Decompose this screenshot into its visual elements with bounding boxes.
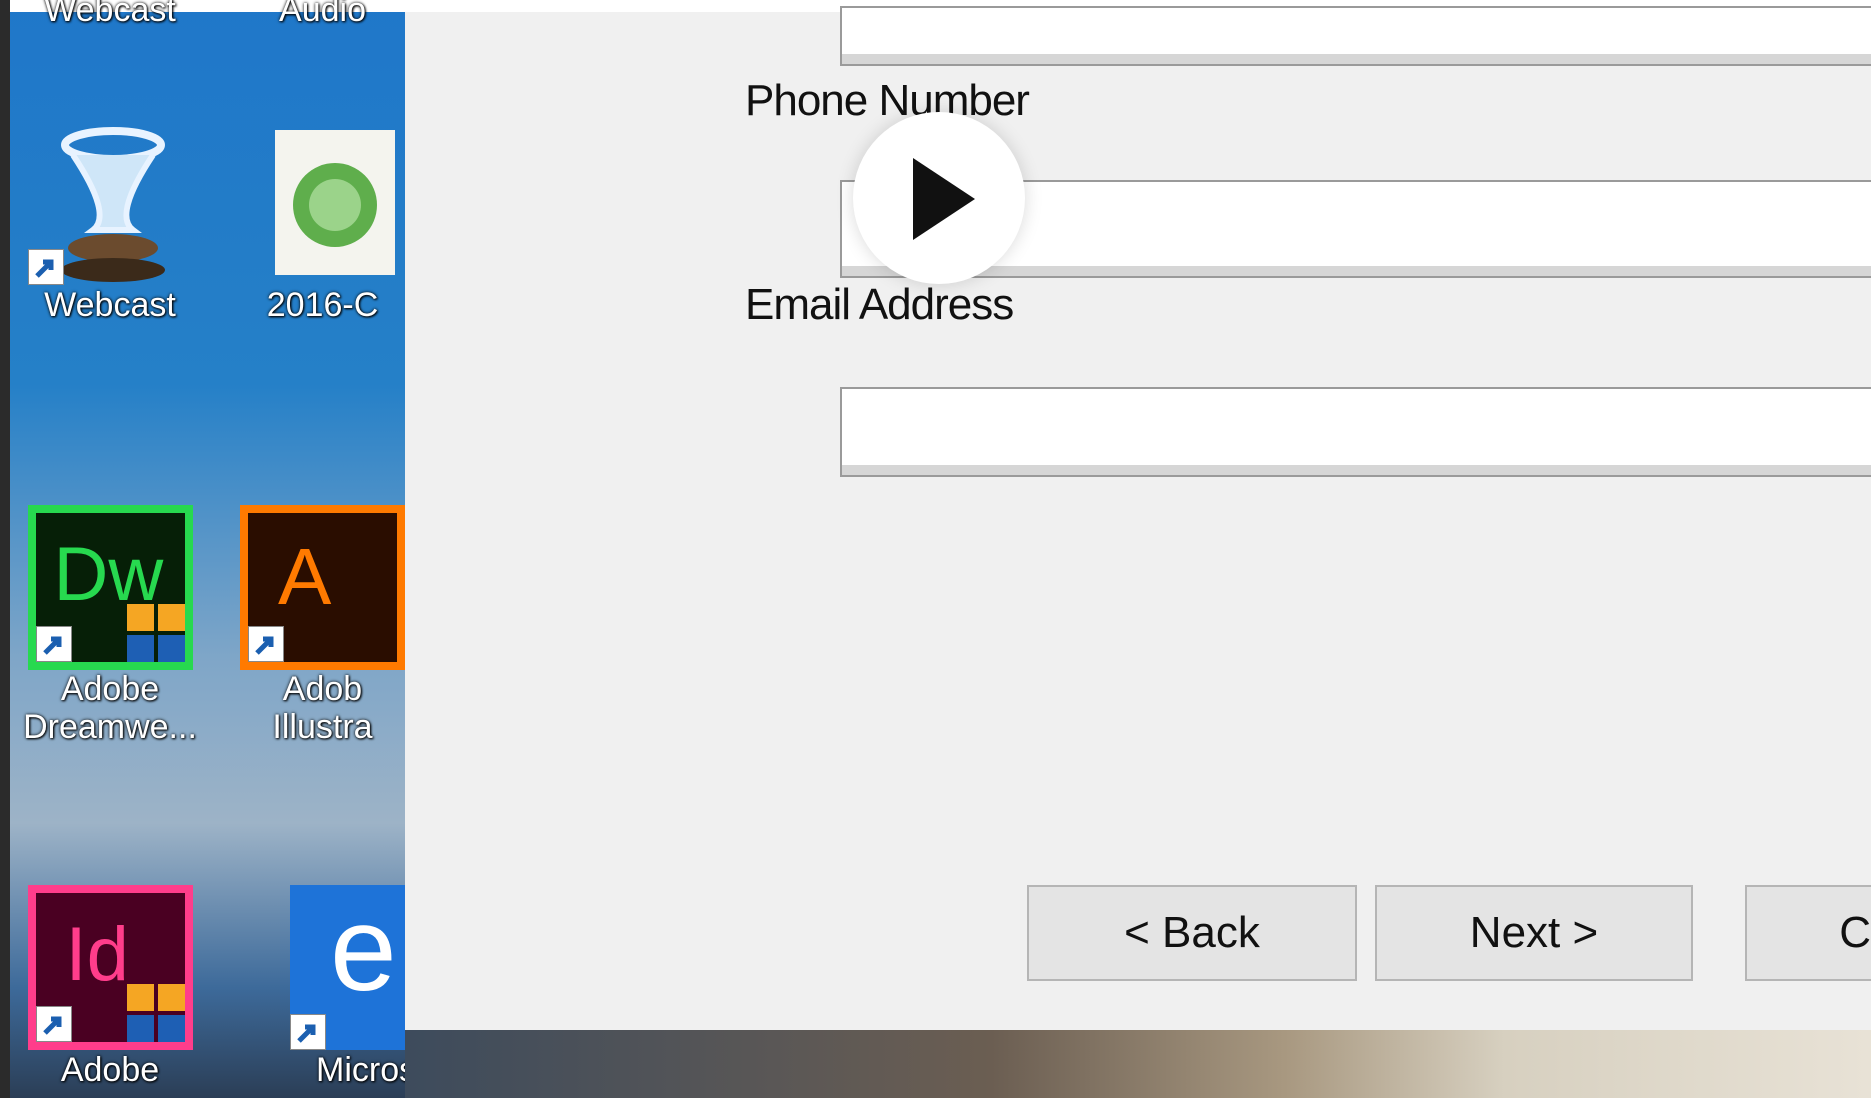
desktop-icon-label: 2016-C bbox=[266, 286, 379, 324]
desktop-icon-partial-2[interactable]: Audio bbox=[240, 0, 405, 30]
desktop-icon-dreamweaver[interactable]: Dw Adobe Dreamwe... bbox=[10, 505, 210, 746]
desktop-wallpaper-strip bbox=[405, 1030, 1871, 1098]
screen-left-edge bbox=[0, 0, 10, 1098]
desktop-icon-label: Adob Illustra bbox=[272, 670, 373, 746]
email-address-label: Email Address bbox=[745, 280, 1014, 329]
hourglass-icon bbox=[27, 120, 193, 285]
desktop-icon-webcast[interactable]: Webcast bbox=[10, 120, 210, 325]
email-address-input[interactable] bbox=[842, 389, 1871, 475]
shortcut-arrow-icon bbox=[35, 626, 72, 662]
desktop-icon-label: Audio bbox=[279, 0, 366, 29]
indesign-icon: Id bbox=[27, 885, 193, 1050]
desktop-icon-2016[interactable]: 2016-C bbox=[240, 120, 405, 325]
desktop-icon-label: Webcast bbox=[44, 0, 176, 29]
wizard-dialog: Phone Number Email Address < Back Next >… bbox=[405, 6, 1871, 1030]
desktop-icon-partial-1[interactable]: Webcast bbox=[10, 0, 210, 30]
illustrator-icon: A bbox=[240, 505, 405, 670]
desktop-icon-illustrator[interactable]: A Adob Illustra bbox=[240, 505, 405, 746]
shortcut-arrow-icon bbox=[27, 249, 64, 285]
back-button[interactable]: < Back bbox=[1027, 885, 1357, 981]
cancel-button[interactable]: C bbox=[1745, 885, 1871, 981]
shortcut-arrow-icon bbox=[35, 1006, 72, 1042]
previous-field[interactable] bbox=[840, 6, 1871, 66]
windows-badge-icon bbox=[126, 984, 185, 1042]
desktop-icon-indesign[interactable]: Id Adobe bbox=[10, 885, 210, 1090]
play-icon bbox=[913, 158, 975, 240]
desktop-icon-label: Webcast bbox=[44, 286, 176, 324]
desktop-icon-label: Adobe bbox=[60, 1051, 160, 1089]
dreamweaver-icon: Dw bbox=[27, 505, 193, 670]
email-address-field[interactable] bbox=[840, 387, 1871, 477]
shortcut-arrow-icon bbox=[290, 1014, 326, 1050]
next-button[interactable]: Next > bbox=[1375, 885, 1693, 981]
desktop-icon-label: Adobe Dreamwe... bbox=[23, 670, 197, 746]
shortcut-arrow-icon bbox=[248, 626, 284, 662]
video-play-button[interactable] bbox=[853, 112, 1025, 284]
money-document-icon bbox=[240, 120, 405, 285]
windows-badge-icon bbox=[126, 604, 185, 662]
phone-number-label: Phone Number bbox=[745, 76, 1030, 125]
